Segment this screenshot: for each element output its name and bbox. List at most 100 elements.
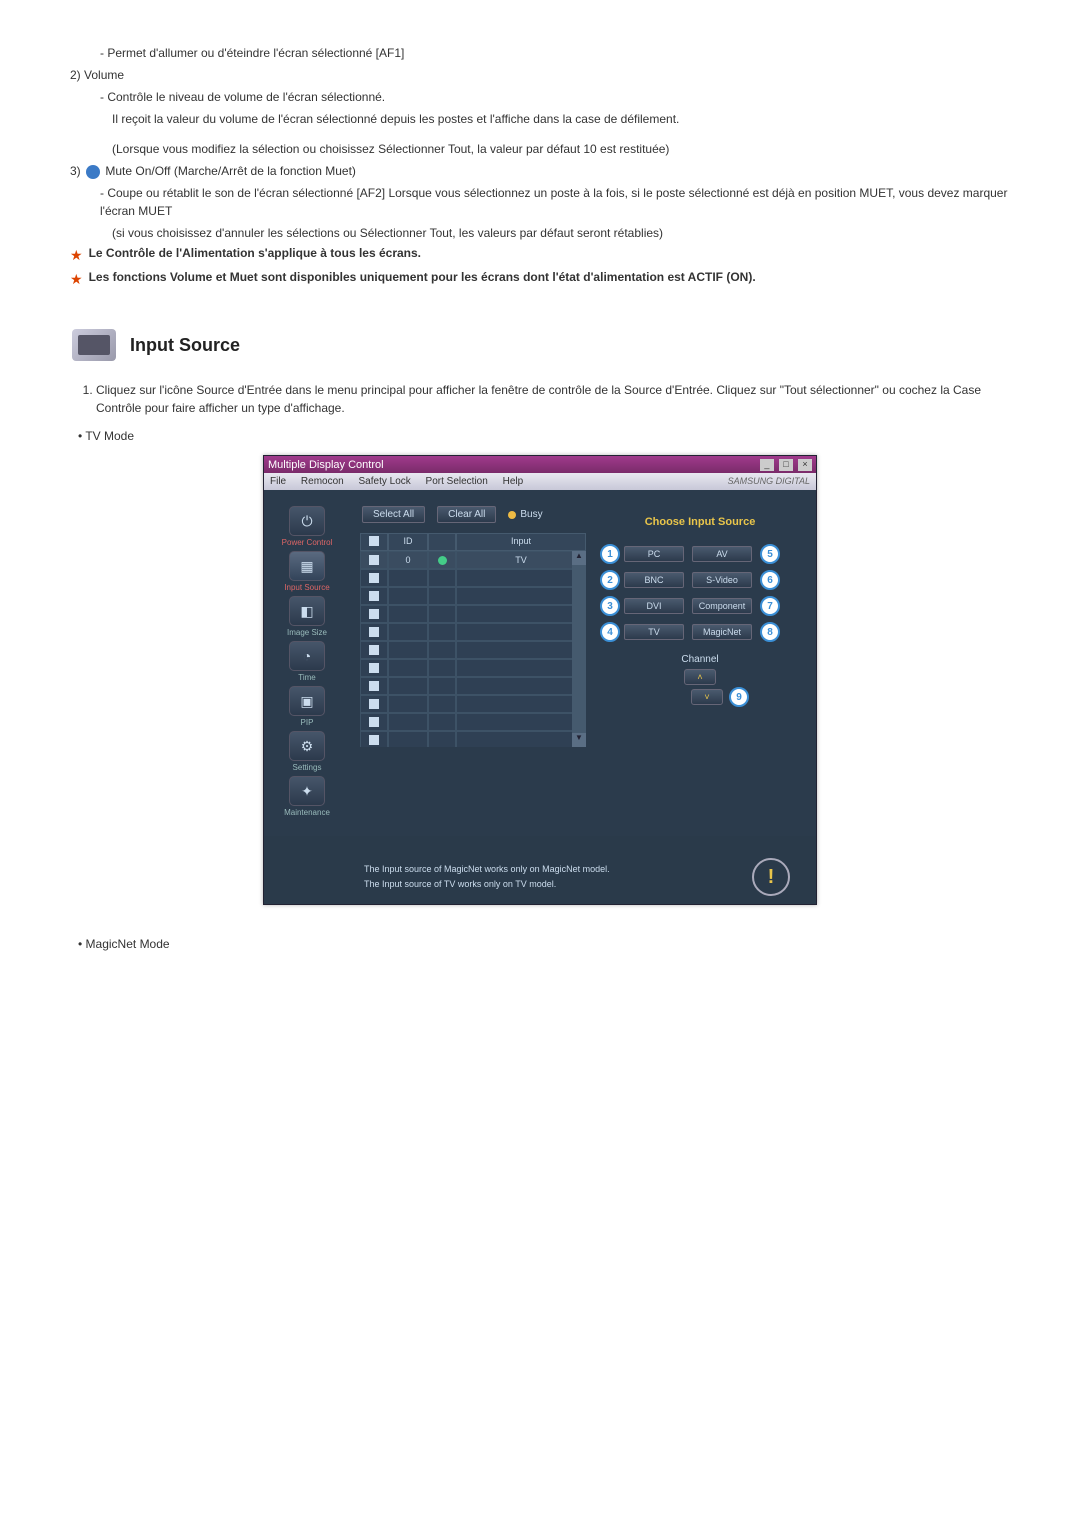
table-row[interactable] [360, 677, 586, 695]
callout-4: 4 [600, 622, 620, 642]
sidebar-item-time[interactable]: ◔ Time [270, 641, 344, 682]
row-input-cell [456, 623, 586, 641]
list-number: 3) [70, 164, 81, 178]
source-magicnet-button[interactable]: MagicNet [692, 624, 752, 640]
bullet-tv-mode: TV Mode [78, 427, 1020, 445]
table-row[interactable] [360, 587, 586, 605]
sidebar-item-input-source[interactable]: ▦ Input Source [270, 551, 344, 592]
row-input-cell [456, 713, 586, 731]
busy-label: Busy [520, 509, 542, 520]
grid-body: 0TV [360, 551, 586, 747]
source-svideo-button[interactable]: S-Video [692, 572, 752, 588]
row-checkbox-cell[interactable] [360, 695, 388, 713]
text-line: - Coupe ou rétablit le son de l'écran sé… [100, 184, 1020, 220]
brand-text: SAMSUNG DIGITAL [728, 476, 810, 487]
row-id-cell [388, 569, 428, 587]
row-id-cell [388, 605, 428, 623]
input-source-header-icon [72, 329, 116, 361]
source-av-button[interactable]: AV [692, 546, 752, 562]
list-title: Volume [84, 68, 124, 82]
status-dot-icon [438, 556, 447, 565]
row-input-cell [456, 569, 586, 587]
col-header-check[interactable] [360, 533, 388, 551]
source-dvi-button[interactable]: DVI [624, 598, 684, 614]
row-checkbox-cell[interactable] [360, 659, 388, 677]
menu-safety-lock[interactable]: Safety Lock [359, 476, 411, 487]
row-status-cell [428, 713, 456, 731]
sidebar-item-settings[interactable]: ⚙ Settings [270, 731, 344, 772]
maximize-button[interactable]: □ [779, 459, 793, 471]
sidebar-item-maintenance[interactable]: ✦ Maintenance [270, 776, 344, 817]
row-checkbox-cell[interactable] [360, 677, 388, 695]
sidebar-item-power-control[interactable]: ⏻ Power Control [270, 506, 344, 547]
col-header-input: Input [456, 533, 586, 551]
clear-all-button[interactable]: Clear All [437, 506, 496, 523]
row-checkbox-cell[interactable] [360, 569, 388, 587]
sidebar-item-pip[interactable]: ▣ PIP [270, 686, 344, 727]
col-header-id: ID [388, 533, 428, 551]
channel-down-button[interactable]: ˅ [691, 689, 723, 705]
table-row[interactable] [360, 623, 586, 641]
sidebar-item-label: Settings [270, 763, 344, 772]
row-input-cell [456, 641, 586, 659]
table-row[interactable] [360, 641, 586, 659]
scroll-down-button[interactable]: ▼ [572, 733, 586, 747]
checkbox-icon [369, 663, 379, 673]
window-title: Multiple Display Control [268, 459, 384, 471]
row-status-cell [428, 587, 456, 605]
header-checkbox-icon [369, 536, 379, 546]
table-row[interactable] [360, 659, 586, 677]
source-component-button[interactable]: Component [692, 598, 752, 614]
input-source-grid: 1 PC AV 5 2 BNC S-Video 6 3 DVI Componen… [600, 544, 800, 642]
row-input-cell: TV [456, 551, 586, 569]
footer-line-1: The Input source of MagicNet works only … [364, 863, 610, 877]
row-status-cell [428, 659, 456, 677]
window-titlebar[interactable]: Multiple Display Control _ □ × [264, 456, 816, 473]
source-bnc-button[interactable]: BNC [624, 572, 684, 588]
instruction-list: Cliquez sur l'icône Source d'Entrée dans… [96, 381, 1020, 417]
callout-9: 9 [729, 687, 749, 707]
callout-3: 3 [600, 596, 620, 616]
row-checkbox-cell[interactable] [360, 587, 388, 605]
scrollbar-vertical[interactable]: ▲ ▼ [572, 551, 586, 747]
maintenance-icon: ✦ [289, 776, 325, 806]
menu-port-selection[interactable]: Port Selection [426, 476, 488, 487]
table-row[interactable] [360, 713, 586, 731]
row-checkbox-cell[interactable] [360, 731, 388, 747]
source-pc-button[interactable]: PC [624, 546, 684, 562]
close-button[interactable]: × [798, 459, 812, 471]
channel-up-button[interactable]: ˄ [684, 669, 716, 685]
row-input-cell [456, 695, 586, 713]
row-id-cell [388, 695, 428, 713]
menu-remocon[interactable]: Remocon [301, 476, 344, 487]
select-all-button[interactable]: Select All [362, 506, 425, 523]
scroll-up-button[interactable]: ▲ [572, 551, 586, 565]
sidebar-item-image-size[interactable]: ◧ Image Size [270, 596, 344, 637]
row-id-cell [388, 641, 428, 659]
row-id-cell [388, 713, 428, 731]
row-status-cell [428, 551, 456, 569]
sidebar: ⏻ Power Control ▦ Input Source ◧ Image S… [264, 498, 350, 828]
table-row[interactable]: 0TV [360, 551, 586, 569]
minimize-button[interactable]: _ [760, 459, 774, 471]
table-row[interactable] [360, 605, 586, 623]
mute-icon [86, 165, 100, 179]
row-checkbox-cell[interactable] [360, 605, 388, 623]
table-row[interactable] [360, 695, 586, 713]
menu-file[interactable]: File [270, 476, 286, 487]
bullet-magicnet-mode: MagicNet Mode [78, 935, 1020, 953]
table-row[interactable] [360, 731, 586, 747]
row-checkbox-cell[interactable] [360, 623, 388, 641]
table-row[interactable] [360, 569, 586, 587]
menu-help[interactable]: Help [503, 476, 524, 487]
checkbox-icon [369, 591, 379, 601]
sidebar-item-label: Time [270, 673, 344, 682]
row-checkbox-cell[interactable] [360, 551, 388, 569]
center-column: Select All Clear All Busy ID Input 0TV ▲… [350, 498, 592, 828]
row-checkbox-cell[interactable] [360, 641, 388, 659]
source-tv-button[interactable]: TV [624, 624, 684, 640]
list-title: Mute On/Off (Marche/Arrêt de la fonction… [105, 164, 356, 178]
row-checkbox-cell[interactable] [360, 713, 388, 731]
checkbox-icon [369, 627, 379, 637]
list-num-row: 3) Mute On/Off (Marche/Arrêt de la fonct… [70, 162, 1020, 180]
